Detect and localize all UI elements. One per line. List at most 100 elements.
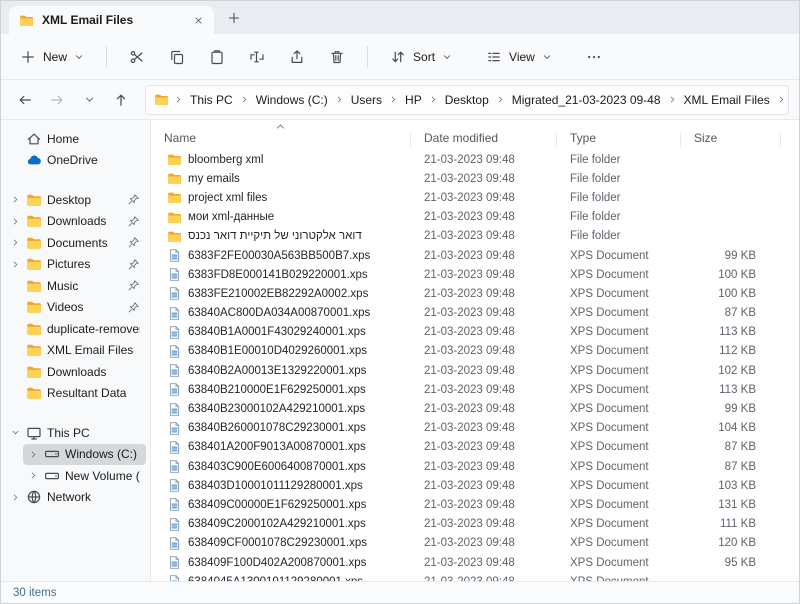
chevron-spacer [9, 280, 21, 292]
back-button[interactable] [11, 86, 39, 114]
sidebar-item-new-volume-d[interactable]: New Volume (D:) [23, 465, 146, 487]
column-header-name[interactable]: Name [151, 131, 411, 145]
chevron-right-icon[interactable] [27, 448, 39, 460]
rename-button[interactable] [240, 41, 274, 73]
xps-icon [167, 497, 182, 512]
file-row[interactable]: 638401A200F9013A00870001.xps21-03-2023 0… [151, 438, 799, 457]
forward-button[interactable] [43, 86, 71, 114]
file-row[interactable]: 63840B2A00013E1329220001.xps21-03-2023 0… [151, 361, 799, 380]
up-button[interactable] [107, 86, 135, 114]
file-row[interactable]: 63840B23000102A429210001.xps21-03-2023 0… [151, 399, 799, 418]
file-type: XPS Document [557, 518, 681, 530]
more-options-button[interactable] [577, 41, 611, 73]
column-header-type[interactable]: Type [557, 131, 681, 145]
breadcrumb-item-hp[interactable]: HP [399, 90, 428, 110]
sidebar-item-onedrive[interactable]: OneDrive [5, 150, 146, 172]
sidebar-item-label: Desktop [47, 193, 122, 207]
file-row[interactable]: my emails21-03-2023 09:48File folder [151, 169, 799, 188]
sidebar-item-network[interactable]: Network [5, 487, 146, 509]
chevron-right-icon[interactable] [9, 258, 21, 270]
file-date: 21-03-2023 09:48 [411, 230, 557, 242]
column-header-date-modified[interactable]: Date modified [411, 131, 557, 145]
file-name: 6383FE210002EB82292A0002.xps [188, 288, 368, 300]
breadcrumb-item-this-pc[interactable]: This PC [184, 90, 239, 110]
sidebar-item-music[interactable]: Music [5, 275, 146, 297]
plus-icon [20, 49, 36, 65]
toolbar-divider [106, 46, 107, 68]
file-type: File folder [557, 173, 681, 185]
breadcrumb-item-users[interactable]: Users [345, 90, 388, 110]
sidebar-item-videos[interactable]: Videos [5, 297, 146, 319]
file-row[interactable]: 6383FD8E000141B029220001.xps21-03-2023 0… [151, 265, 799, 284]
breadcrumb-item-windows-c[interactable]: Windows (C:) [250, 90, 334, 110]
file-row[interactable]: 6383FE210002EB82292A0002.xps21-03-2023 0… [151, 284, 799, 303]
file-row[interactable]: 638409CF0001078C29230001.xps21-03-2023 0… [151, 534, 799, 553]
file-row[interactable]: 638409F100D402A200870001.xps21-03-2023 0… [151, 553, 799, 572]
chevron-down-icon [84, 94, 95, 105]
breadcrumb-item-xml-email-files[interactable]: XML Email Files [678, 90, 776, 110]
copy-button[interactable] [160, 41, 194, 73]
file-row[interactable]: 638409C2000102A429210001.xps21-03-2023 0… [151, 515, 799, 534]
sidebar-item-windows-c[interactable]: Windows (C:) [23, 444, 146, 466]
sidebar-item-this-pc[interactable]: This PC [5, 422, 146, 444]
sidebar-item-desktop[interactable]: Desktop [5, 189, 146, 211]
file-row[interactable]: דואר אלקטרוני של תיקיית דואר נכנס21-03-2… [151, 227, 799, 246]
file-row[interactable]: 63840AC800DA034A00870001.xps21-03-2023 0… [151, 304, 799, 323]
file-size: 104 KB [681, 422, 781, 434]
cut-button[interactable] [120, 41, 154, 73]
file-type: XPS Document [557, 326, 681, 338]
sidebar-item-resultant-data[interactable]: Resultant Data [5, 383, 146, 405]
share-button[interactable] [280, 41, 314, 73]
tab-xml-email-files[interactable]: XML Email Files [9, 6, 214, 34]
file-row[interactable]: project xml files21-03-2023 09:48File fo… [151, 188, 799, 207]
file-type: XPS Document [557, 557, 681, 569]
file-row[interactable]: мои xml-данные21-03-2023 09:48File folde… [151, 208, 799, 227]
chevron-right-icon[interactable] [27, 470, 39, 482]
sort-button[interactable]: Sort [381, 41, 461, 73]
chevron-right-icon[interactable] [9, 194, 21, 206]
file-row[interactable]: 638403D10001011129280001.xps21-03-2023 0… [151, 476, 799, 495]
file-row[interactable]: 6383F2FE00030A563BB500B7.xps 21-03-2023 0… [151, 246, 799, 265]
sidebar-item-xml-email-files[interactable]: XML Email Files [5, 340, 146, 362]
breadcrumb-item-migrated-21-03-2023-09-48[interactable]: Migrated_21-03-2023 09-48 [506, 90, 667, 110]
sidebar-item-duplicate-remover[interactable]: duplicate-remover [5, 318, 146, 340]
xps-icon [167, 344, 182, 359]
chevron-down-icon[interactable] [9, 427, 21, 439]
sidebar-item-downloads[interactable]: Downloads [5, 211, 146, 233]
paste-button[interactable] [200, 41, 234, 73]
sidebar-item-home[interactable]: Home [5, 128, 146, 150]
file-row[interactable]: 638403C900E6006400870001.xps21-03-2023 0… [151, 457, 799, 476]
sidebar-item-documents[interactable]: Documents [5, 232, 146, 254]
sidebar-item-pictures[interactable]: Pictures [5, 254, 146, 276]
file-row[interactable]: 6384045A1300101129280001.xps21-03-2023 0… [151, 572, 799, 581]
file-name: 638409C2000102A429210001.xps [188, 518, 366, 530]
file-row[interactable]: 63840B1E00010D4029260001.xps21-03-2023 0… [151, 342, 799, 361]
chevron-spacer [9, 301, 21, 313]
file-row[interactable]: 63840B1A0001F43029240001.xps21-03-2023 0… [151, 323, 799, 342]
file-date: 21-03-2023 09:48 [411, 250, 557, 262]
chevron-right-icon[interactable] [9, 237, 21, 249]
chevron-right-icon[interactable] [9, 491, 21, 503]
sidebar-item-downloads[interactable]: Downloads [5, 361, 146, 383]
delete-button[interactable] [320, 41, 354, 73]
file-size: 100 KB [681, 288, 781, 300]
file-type: File folder [557, 230, 681, 242]
recent-locations-button[interactable] [75, 86, 103, 114]
file-list: bloomberg xml21-03-2023 09:48File folder… [151, 150, 799, 581]
file-row[interactable]: 63840B260001078C29230001.xps21-03-2023 0… [151, 419, 799, 438]
file-row[interactable]: bloomberg xml21-03-2023 09:48File folder [151, 150, 799, 169]
chevron-right-icon [777, 95, 786, 104]
tab-close-icon[interactable] [191, 13, 206, 28]
column-header-size[interactable]: Size [681, 131, 781, 145]
sidebar-item-label: Downloads [47, 365, 140, 379]
file-row[interactable]: 638409C00000E1F629250001.xps21-03-2023 0… [151, 495, 799, 514]
file-name: 6383F2FE00030A563BB500B7.xps [188, 250, 370, 262]
new-tab-button[interactable] [222, 6, 246, 30]
file-row[interactable]: 63840B210000E1F629250001.xps21-03-2023 0… [151, 380, 799, 399]
xps-icon [167, 382, 182, 397]
new-button[interactable]: New [11, 41, 93, 73]
view-button[interactable]: View [477, 41, 561, 73]
breadcrumb-item-desktop[interactable]: Desktop [439, 90, 495, 110]
folder-icon [167, 229, 182, 244]
chevron-right-icon[interactable] [9, 215, 21, 227]
